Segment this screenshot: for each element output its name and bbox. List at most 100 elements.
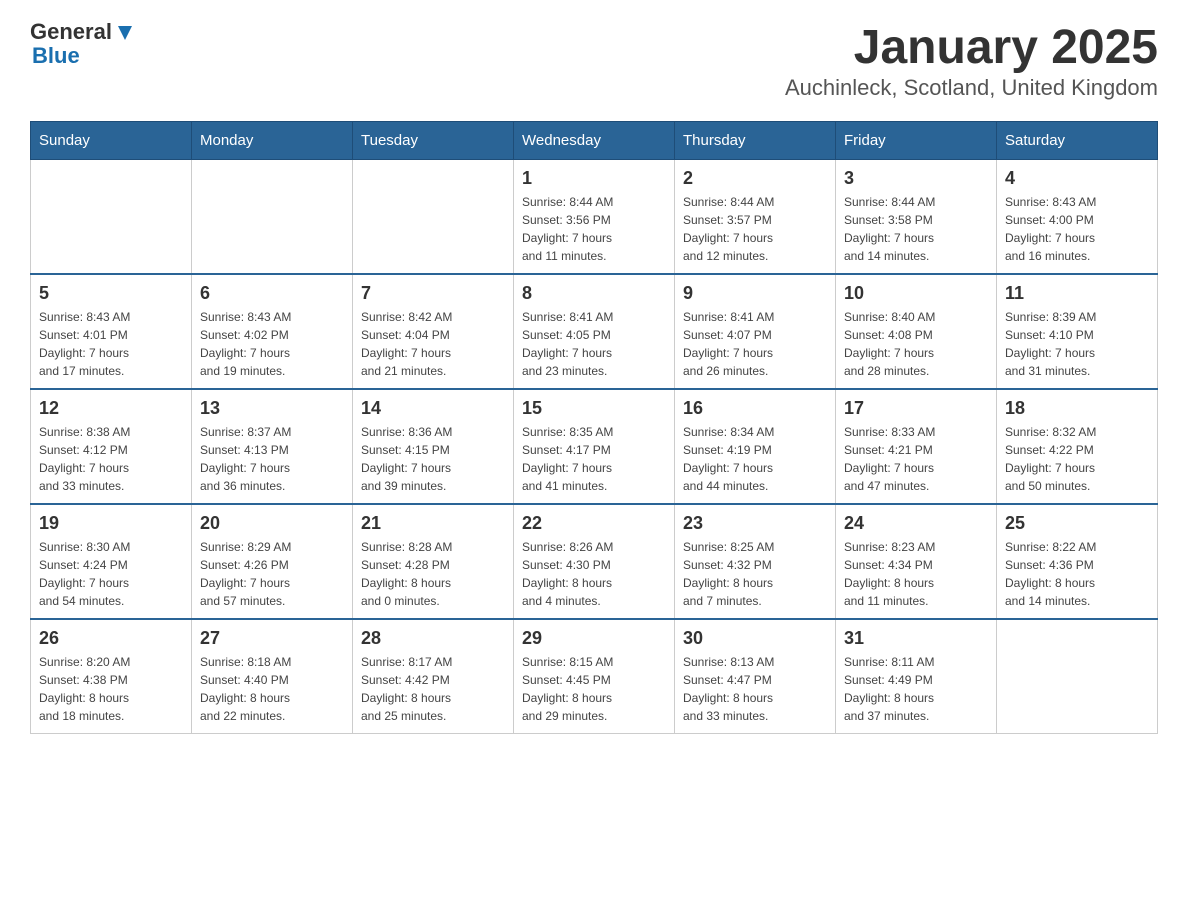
calendar-day-cell: 22 Sunrise: 8:26 AMSunset: 4:30 PMDayligh… — [514, 504, 675, 619]
calendar-day-cell: 29 Sunrise: 8:15 AMSunset: 4:45 PMDayligh… — [514, 619, 675, 734]
day-info: Sunrise: 8:44 AMSunset: 3:57 PMDaylight:… — [683, 193, 827, 265]
calendar-day-cell: 1Sunrise: 8:44 AMSunset: 3:56 PMDaylight… — [514, 160, 675, 275]
calendar-day-cell: 28Sunrise: 8:17 AMSunset: 4:42 PMDayligh… — [353, 619, 514, 734]
calendar-table: SundayMondayTuesdayWednesdayThursdayFrid… — [30, 121, 1158, 734]
calendar-day-cell: 30 Sunrise: 8:13 AMSunset: 4:47 PMDayligh… — [675, 619, 836, 734]
calendar-day-cell: 13 Sunrise: 8:37 AMSunset: 4:13 PMDayligh… — [192, 389, 353, 504]
day-number: 20 — [200, 513, 344, 534]
day-info: Sunrise: 8:33 AMSunset: 4:21 PMDaylight:… — [844, 423, 988, 495]
day-info: Sunrise: 8:15 AMSunset: 4:45 PMDaylight:… — [522, 653, 666, 725]
day-number: 12 — [39, 398, 183, 419]
day-info: Sunrise: 8:37 AMSunset: 4:13 PMDaylight:… — [200, 423, 344, 495]
day-info: Sunrise: 8:43 AMSunset: 4:00 PMDaylight:… — [1005, 193, 1149, 265]
calendar-day-cell: 17 Sunrise: 8:33 AMSunset: 4:21 PMDayligh… — [836, 389, 997, 504]
calendar-day-cell: 27 Sunrise: 8:18 AMSunset: 4:40 PMDayligh… — [192, 619, 353, 734]
calendar-day-cell: 11 Sunrise: 8:39 AMSunset: 4:10 PMDayligh… — [997, 274, 1158, 389]
day-number: 3 — [844, 168, 988, 189]
day-number: 14 — [361, 398, 505, 419]
calendar-week-row: 12Sunrise: 8:38 AMSunset: 4:12 PMDayligh… — [31, 389, 1158, 504]
day-number: 27 — [200, 628, 344, 649]
calendar-day-cell: 21 Sunrise: 8:28 AMSunset: 4:28 PMDayligh… — [353, 504, 514, 619]
day-number: 6 — [200, 283, 344, 304]
location-subtitle: Auchinleck, Scotland, United Kingdom — [785, 75, 1158, 101]
calendar-day-cell: 16 Sunrise: 8:34 AMSunset: 4:19 PMDayligh… — [675, 389, 836, 504]
day-number: 30 — [683, 628, 827, 649]
calendar-day-cell: 8Sunrise: 8:41 AMSunset: 4:05 PMDaylight… — [514, 274, 675, 389]
day-info: Sunrise: 8:18 AMSunset: 4:40 PMDaylight:… — [200, 653, 344, 725]
day-info: Sunrise: 8:26 AMSunset: 4:30 PMDaylight:… — [522, 538, 666, 610]
day-info: Sunrise: 8:23 AMSunset: 4:34 PMDaylight:… — [844, 538, 988, 610]
day-info: Sunrise: 8:40 AMSunset: 4:08 PMDaylight:… — [844, 308, 988, 380]
day-number: 18 — [1005, 398, 1149, 419]
day-info: Sunrise: 8:44 AMSunset: 3:56 PMDaylight:… — [522, 193, 666, 265]
day-number: 2 — [683, 168, 827, 189]
calendar-day-cell: 5 Sunrise: 8:43 AMSunset: 4:01 PMDaylight… — [31, 274, 192, 389]
day-info: Sunrise: 8:20 AMSunset: 4:38 PMDaylight:… — [39, 653, 183, 725]
calendar-day-header: Thursday — [675, 122, 836, 160]
calendar-day-cell — [353, 160, 514, 275]
day-info: Sunrise: 8:25 AMSunset: 4:32 PMDaylight:… — [683, 538, 827, 610]
day-number: 22 — [522, 513, 666, 534]
day-info: Sunrise: 8:29 AMSunset: 4:26 PMDaylight:… — [200, 538, 344, 610]
page-header: General Blue January 2025 Auchinleck, Sc… — [30, 20, 1158, 101]
day-number: 31 — [844, 628, 988, 649]
calendar-day-header: Sunday — [31, 122, 192, 160]
calendar-week-row: 19 Sunrise: 8:30 AMSunset: 4:24 PMDayligh… — [31, 504, 1158, 619]
day-number: 4 — [1005, 168, 1149, 189]
day-number: 26 — [39, 628, 183, 649]
day-number: 16 — [683, 398, 827, 419]
calendar-day-header: Friday — [836, 122, 997, 160]
day-info: Sunrise: 8:11 AMSunset: 4:49 PMDaylight:… — [844, 653, 988, 725]
day-info: Sunrise: 8:42 AMSunset: 4:04 PMDaylight:… — [361, 308, 505, 380]
calendar-day-header: Tuesday — [353, 122, 514, 160]
day-number: 13 — [200, 398, 344, 419]
calendar-day-cell: 9Sunrise: 8:41 AMSunset: 4:07 PMDaylight… — [675, 274, 836, 389]
calendar-day-cell: 3Sunrise: 8:44 AMSunset: 3:58 PMDaylight… — [836, 160, 997, 275]
day-info: Sunrise: 8:13 AMSunset: 4:47 PMDaylight:… — [683, 653, 827, 725]
day-info: Sunrise: 8:28 AMSunset: 4:28 PMDaylight:… — [361, 538, 505, 610]
day-number: 19 — [39, 513, 183, 534]
day-info: Sunrise: 8:41 AMSunset: 4:05 PMDaylight:… — [522, 308, 666, 380]
calendar-day-cell: 2 Sunrise: 8:44 AMSunset: 3:57 PMDaylight… — [675, 160, 836, 275]
title-block: January 2025 Auchinleck, Scotland, Unite… — [785, 20, 1158, 101]
day-info: Sunrise: 8:34 AMSunset: 4:19 PMDaylight:… — [683, 423, 827, 495]
calendar-day-cell: 10Sunrise: 8:40 AMSunset: 4:08 PMDayligh… — [836, 274, 997, 389]
day-number: 23 — [683, 513, 827, 534]
calendar-day-cell: 23 Sunrise: 8:25 AMSunset: 4:32 PMDayligh… — [675, 504, 836, 619]
calendar-day-cell: 15 Sunrise: 8:35 AMSunset: 4:17 PMDayligh… — [514, 389, 675, 504]
calendar-day-cell: 7Sunrise: 8:42 AMSunset: 4:04 PMDaylight… — [353, 274, 514, 389]
day-number: 21 — [361, 513, 505, 534]
calendar-day-cell: 26 Sunrise: 8:20 AMSunset: 4:38 PMDayligh… — [31, 619, 192, 734]
logo-text-blue: Blue — [32, 44, 136, 68]
logo-triangle-icon — [114, 22, 136, 44]
calendar-day-cell: 31 Sunrise: 8:11 AMSunset: 4:49 PMDayligh… — [836, 619, 997, 734]
calendar-day-header: Monday — [192, 122, 353, 160]
day-info: Sunrise: 8:43 AMSunset: 4:01 PMDaylight:… — [39, 308, 183, 380]
calendar-week-row: 5 Sunrise: 8:43 AMSunset: 4:01 PMDaylight… — [31, 274, 1158, 389]
day-info: Sunrise: 8:35 AMSunset: 4:17 PMDaylight:… — [522, 423, 666, 495]
calendar-day-cell: 19 Sunrise: 8:30 AMSunset: 4:24 PMDayligh… — [31, 504, 192, 619]
calendar-header-row: SundayMondayTuesdayWednesdayThursdayFrid… — [31, 122, 1158, 160]
calendar-day-cell: 4 Sunrise: 8:43 AMSunset: 4:00 PMDaylight… — [997, 160, 1158, 275]
logo: General Blue — [30, 20, 136, 68]
calendar-day-cell: 20 Sunrise: 8:29 AMSunset: 4:26 PMDayligh… — [192, 504, 353, 619]
day-number: 5 — [39, 283, 183, 304]
calendar-day-cell: 18Sunrise: 8:32 AMSunset: 4:22 PMDayligh… — [997, 389, 1158, 504]
calendar-day-cell — [997, 619, 1158, 734]
calendar-week-row: 26 Sunrise: 8:20 AMSunset: 4:38 PMDayligh… — [31, 619, 1158, 734]
day-info: Sunrise: 8:41 AMSunset: 4:07 PMDaylight:… — [683, 308, 827, 380]
calendar-day-header: Wednesday — [514, 122, 675, 160]
day-number: 11 — [1005, 283, 1149, 304]
calendar-day-cell: 12Sunrise: 8:38 AMSunset: 4:12 PMDayligh… — [31, 389, 192, 504]
calendar-day-cell: 6 Sunrise: 8:43 AMSunset: 4:02 PMDaylight… — [192, 274, 353, 389]
calendar-day-cell: 25Sunrise: 8:22 AMSunset: 4:36 PMDayligh… — [997, 504, 1158, 619]
day-number: 29 — [522, 628, 666, 649]
day-number: 15 — [522, 398, 666, 419]
calendar-day-cell — [31, 160, 192, 275]
logo-text-general: General — [30, 20, 112, 44]
day-info: Sunrise: 8:39 AMSunset: 4:10 PMDaylight:… — [1005, 308, 1149, 380]
day-info: Sunrise: 8:30 AMSunset: 4:24 PMDaylight:… — [39, 538, 183, 610]
day-number: 17 — [844, 398, 988, 419]
day-info: Sunrise: 8:43 AMSunset: 4:02 PMDaylight:… — [200, 308, 344, 380]
calendar-day-header: Saturday — [997, 122, 1158, 160]
